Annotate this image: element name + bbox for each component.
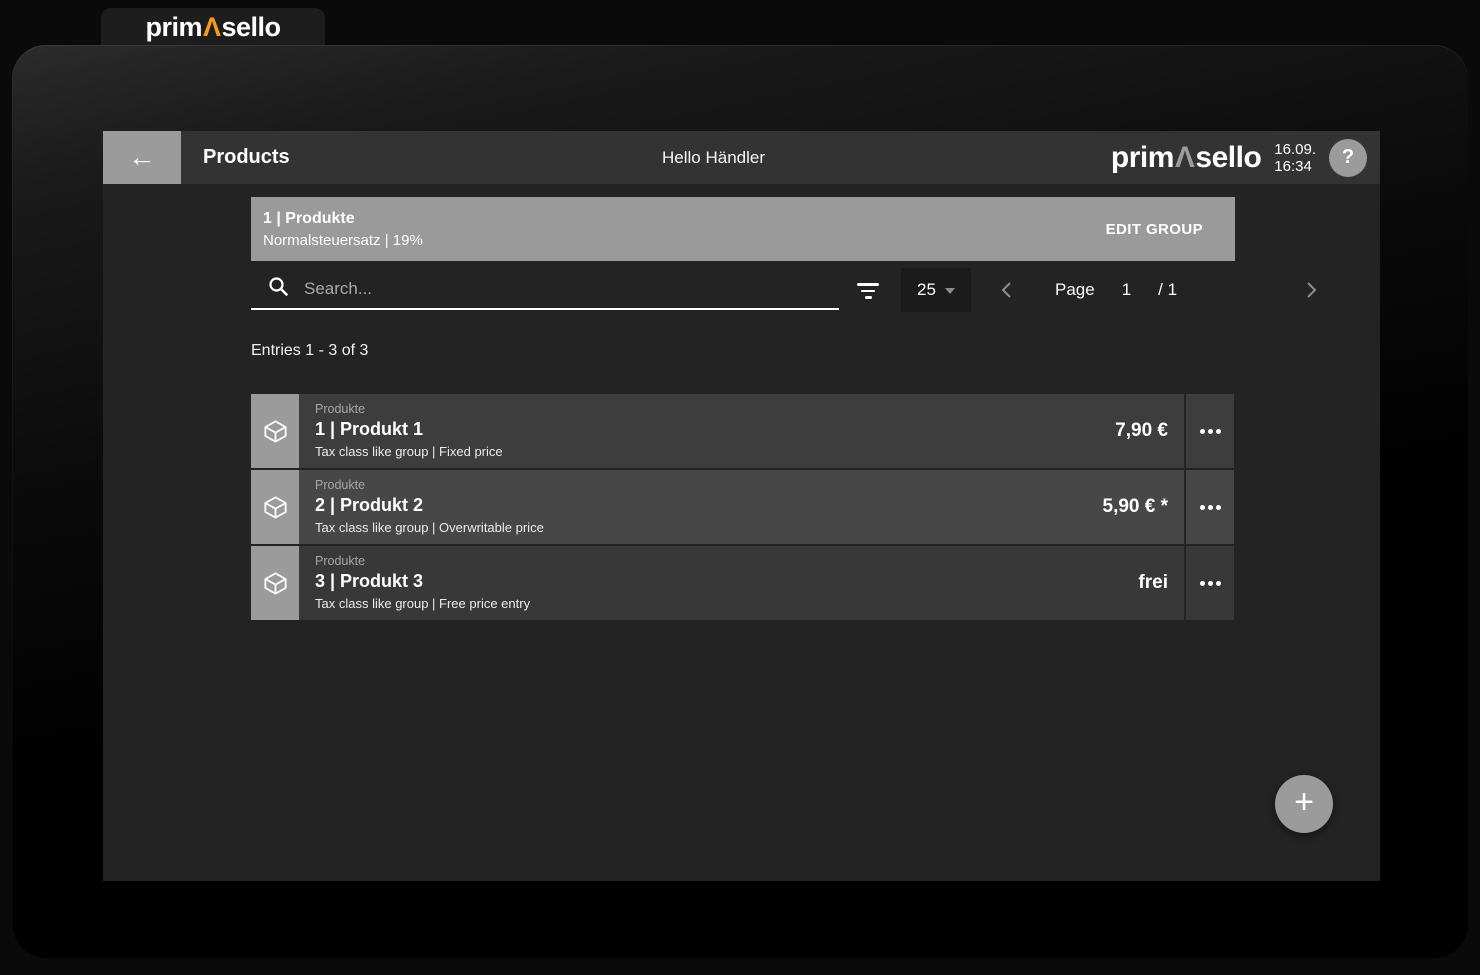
product-category: Produkte <box>315 554 1138 569</box>
product-info: Produkte 2 | Produkt 2 Tax class like gr… <box>299 470 1103 544</box>
more-options-button[interactable] <box>1186 394 1234 468</box>
page-size-value: 25 <box>917 280 936 300</box>
question-mark-icon: ? <box>1342 146 1354 169</box>
product-row-1[interactable]: Produkte 1 | Produkt 1 Tax class like gr… <box>251 394 1184 468</box>
brand-logo-pre: prim <box>1111 141 1174 174</box>
cube-icon <box>262 570 289 597</box>
product-price: 5,90 € * <box>1103 496 1185 518</box>
chevron-left-icon <box>1000 280 1013 300</box>
date-label: 16.09. <box>1274 141 1316 158</box>
product-row-3[interactable]: Produkte 3 | Produkt 3 Tax class like gr… <box>251 546 1184 620</box>
brand-logo-header: primΛsello <box>1111 141 1261 175</box>
product-details: Tax class like group | Free price entry <box>315 596 1138 612</box>
next-page-button[interactable] <box>1301 276 1322 304</box>
chevron-right-icon <box>1305 280 1318 300</box>
user-greeting: Hello Händler <box>662 131 765 184</box>
product-info: Produkte 1 | Produkt 1 Tax class like gr… <box>299 394 1115 468</box>
brand-logo: primΛsello <box>145 12 280 43</box>
edit-group-button[interactable]: EDIT GROUP <box>1106 221 1203 238</box>
entries-summary: Entries 1 - 3 of 3 <box>251 342 368 360</box>
product-icon-cell <box>251 546 299 620</box>
product-name: 1 | Produkt 1 <box>315 418 1115 441</box>
table-row: Produkte 1 | Produkt 1 Tax class like gr… <box>251 394 1234 468</box>
table-row: Produkte 2 | Produkt 2 Tax class like gr… <box>251 470 1234 544</box>
chevron-down-icon <box>945 288 955 294</box>
app-panel: ← Products Hello Händler primΛsello 16.0… <box>103 131 1380 881</box>
more-options-button[interactable] <box>1186 546 1234 620</box>
search-underline <box>251 308 839 310</box>
group-bar: 1 | Produkte Normalsteuersatz | 19% EDIT… <box>251 197 1235 261</box>
add-product-button[interactable]: + <box>1275 775 1333 833</box>
product-list: Produkte 1 | Produkt 1 Tax class like gr… <box>251 394 1234 620</box>
header-right: primΛsello 16.09. 16:34 ? <box>1111 131 1367 184</box>
brand-logo-post: sello <box>222 12 281 42</box>
table-row: Produkte 3 | Produkt 3 Tax class like gr… <box>251 546 1234 620</box>
brand-logo-lambda-icon: Λ <box>1174 141 1196 174</box>
page-size-dropdown[interactable]: 25 <box>901 268 971 312</box>
pagination: Page 1 / 1 <box>996 267 1322 313</box>
page-current[interactable]: 1 <box>1122 280 1131 300</box>
product-details: Tax class like group | Overwritable pric… <box>315 520 1103 536</box>
search-input[interactable] <box>304 272 704 306</box>
group-tax-info: Normalsteuersatz | 19% <box>263 230 423 251</box>
brand-logo-pre: prim <box>145 12 202 42</box>
brand-logo-post: sello <box>1195 141 1261 174</box>
product-icon-cell <box>251 470 299 544</box>
group-name: 1 | Produkte <box>263 208 423 230</box>
browser-tab[interactable]: primΛsello <box>101 8 325 46</box>
more-options-icon <box>1208 505 1213 510</box>
screen: primΛsello ← Products Hello Händler prim… <box>0 0 1480 975</box>
product-price: frei <box>1138 572 1184 594</box>
page-title: Products <box>203 131 290 184</box>
time-label: 16:34 <box>1274 158 1316 175</box>
app-header: ← Products Hello Händler primΛsello 16.0… <box>103 131 1380 184</box>
product-info: Produkte 3 | Produkt 3 Tax class like gr… <box>299 546 1138 620</box>
cube-icon <box>262 418 289 445</box>
search-icon <box>268 276 289 302</box>
plus-icon: + <box>1294 783 1314 822</box>
back-arrow-icon: ← <box>129 142 156 173</box>
product-category: Produkte <box>315 478 1103 493</box>
page-label: Page <box>1055 280 1095 300</box>
filter-icon <box>857 283 879 286</box>
prev-page-button[interactable] <box>996 276 1017 304</box>
cube-icon <box>262 494 289 521</box>
product-details: Tax class like group | Fixed price <box>315 444 1115 460</box>
product-name: 2 | Produkt 2 <box>315 494 1103 517</box>
more-options-icon <box>1208 581 1213 586</box>
product-row-2[interactable]: Produkte 2 | Produkt 2 Tax class like gr… <box>251 470 1184 544</box>
help-button[interactable]: ? <box>1329 139 1367 177</box>
filter-sort-button[interactable] <box>852 280 884 304</box>
more-options-button[interactable] <box>1186 470 1234 544</box>
back-button[interactable]: ← <box>103 131 181 184</box>
product-icon-cell <box>251 394 299 468</box>
page-total: / 1 <box>1158 280 1177 300</box>
product-category: Produkte <box>315 402 1115 417</box>
product-name: 3 | Produkt 3 <box>315 570 1138 593</box>
product-price: 7,90 € <box>1115 420 1184 442</box>
group-info: 1 | Produkte Normalsteuersatz | 19% <box>263 208 423 251</box>
brand-logo-lambda-icon: Λ <box>202 12 222 42</box>
more-options-icon <box>1208 429 1213 434</box>
datetime-display: 16.09. 16:34 <box>1274 141 1316 175</box>
